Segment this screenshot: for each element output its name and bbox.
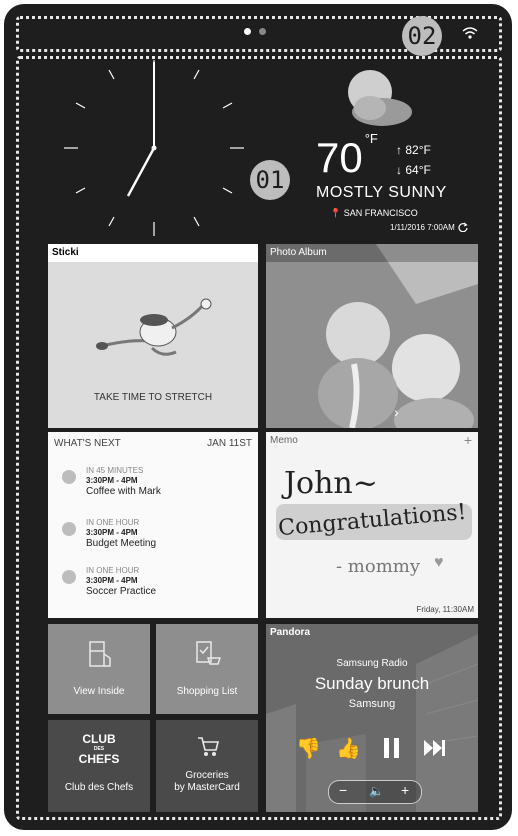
page-dot-active <box>244 28 251 35</box>
event-time: 3:30PM - 4PM <box>86 476 138 485</box>
callout-01: 01 <box>250 160 290 200</box>
sticki-title: Sticki <box>52 247 79 258</box>
event-name: Soccer Practice <box>86 586 157 597</box>
hour-hand <box>126 147 156 197</box>
pause-icon[interactable] <box>382 736 402 760</box>
event-when: IN ONE HOUR <box>86 566 140 575</box>
wifi-icon <box>462 27 478 39</box>
pandora-station: Samsung Radio <box>336 658 408 669</box>
weather-condition: MOSTLY SUNNY <box>316 184 447 201</box>
page-indicator[interactable] <box>244 28 266 35</box>
heart-doodle-icon: ♥ <box>434 554 444 571</box>
volume-control[interactable]: − 🔈 + <box>328 780 422 804</box>
sticki-header <box>48 244 258 262</box>
whats-next-title: WHAT'S NEXT <box>54 438 121 449</box>
event-when: IN 45 MINUTES <box>86 466 144 475</box>
family-photo <box>266 244 478 428</box>
club-des-chefs-label: Club des Chefs <box>64 782 134 793</box>
analog-clock[interactable] <box>60 60 248 236</box>
weather-location: 📍 SAN FRANCISCO <box>330 208 418 218</box>
view-inside-app[interactable]: View Inside <box>48 624 150 714</box>
event-time: 3:30PM - 4PM <box>86 576 138 585</box>
memo-title: Memo <box>270 435 298 446</box>
pandora-artist: Samsung <box>348 698 396 710</box>
skip-icon[interactable] <box>422 738 446 758</box>
memo-line-1: John~ <box>284 466 378 501</box>
next-photo-chevron-icon[interactable]: › <box>394 404 399 420</box>
sticki-message: TAKE TIME TO STRETCH <box>93 392 213 403</box>
event-name: Coffee with Mark <box>86 486 161 497</box>
club-des-chefs-app[interactable]: CLUB DES CHEFS Club des Chefs <box>48 720 150 812</box>
view-inside-label: View Inside <box>73 686 125 697</box>
weather-updated: 1/11/2016 7:00AM <box>390 222 468 232</box>
event-avatar <box>62 522 76 536</box>
fridge-icon <box>89 641 111 667</box>
partly-sunny-icon <box>348 70 412 126</box>
high-temp: ↑ 82°F <box>396 143 431 157</box>
thumbs-up-icon[interactable]: 👍 <box>336 736 361 761</box>
volume-down-button[interactable]: − <box>339 782 347 798</box>
photo-album-title: Photo Album <box>270 247 327 258</box>
memo-widget[interactable]: Memo + John~ Congratulations! - mommy ♥ … <box>266 432 478 618</box>
stretching-character-illustration <box>96 298 212 356</box>
event-time: 3:30PM - 4PM <box>86 528 138 537</box>
whats-next-date: JAN 11ST <box>207 438 252 449</box>
whats-next-widget[interactable]: WHAT'S NEXT JAN 11ST IN 45 MINUTES 3:30P… <box>48 432 258 618</box>
event-when: IN ONE HOUR <box>86 518 140 527</box>
page-dot <box>259 28 266 35</box>
pandora-title: Pandora <box>270 627 311 638</box>
add-memo-icon[interactable]: + <box>464 432 472 448</box>
shopping-list-app[interactable]: Shopping List <box>156 624 258 714</box>
event-name: Budget Meeting <box>86 538 157 549</box>
memo-timestamp: Friday, 11:30AM <box>416 605 474 614</box>
refresh-icon[interactable] <box>458 222 468 232</box>
grocery-cart-icon <box>198 737 220 756</box>
callout-02: 02 <box>402 16 442 56</box>
volume-up-button[interactable]: + <box>401 782 409 798</box>
groceries-label: Groceries by MasterCard <box>174 770 240 793</box>
photo-album-widget[interactable]: Photo Album › <box>266 244 478 428</box>
groceries-app[interactable]: Groceries by MasterCard <box>156 720 258 812</box>
club-des-chefs-logo: CLUB DES CHEFS <box>78 732 120 766</box>
memo-line-3: - mommy <box>336 556 421 577</box>
temperature: 70 °F <box>316 131 378 181</box>
pandora-widget[interactable]: Pandora Samsung Radio Sunday brunch Sams… <box>266 624 478 812</box>
speaker-icon: 🔈 <box>369 784 384 798</box>
shopping-list-label: Shopping List <box>176 686 238 697</box>
thumbs-down-icon[interactable]: 👎 <box>296 736 321 761</box>
high-low: ↑ 82°F ↓ 64°F <box>396 140 431 180</box>
event-avatar <box>62 470 76 484</box>
low-temp: ↓ 64°F <box>396 163 431 177</box>
sticki-widget[interactable]: Sticki TAKE TIME TO STRETCH <box>48 244 258 428</box>
event-avatar <box>62 570 76 584</box>
shopping-list-icon <box>196 641 222 665</box>
pandora-song: Sunday brunch <box>314 674 430 693</box>
